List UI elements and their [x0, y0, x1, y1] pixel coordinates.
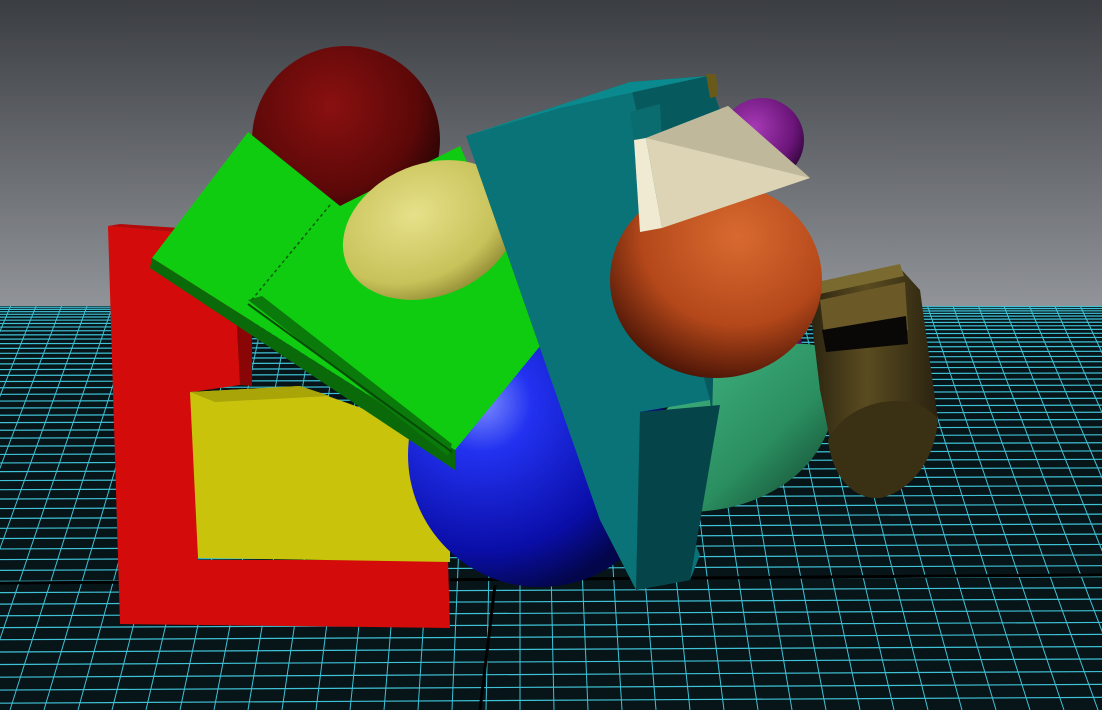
3d-viewport[interactable] [0, 0, 1102, 710]
scene-render [0, 0, 1102, 710]
